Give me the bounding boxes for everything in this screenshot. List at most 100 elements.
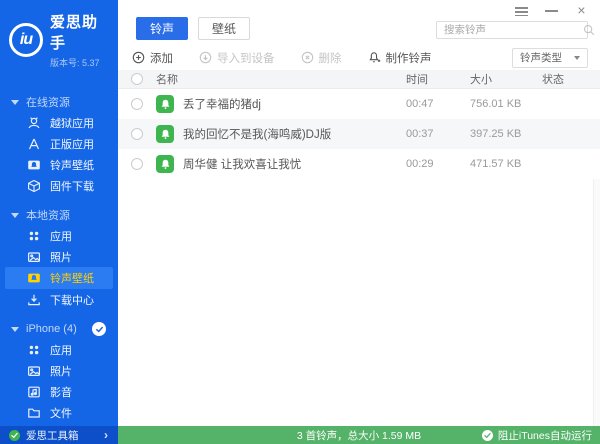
sidebar-item-label: 下载中心 [50,292,94,308]
sidebar-item-genuine-apps[interactable]: 正版应用 [0,133,118,154]
section-online-resources[interactable]: 在线资源 [0,92,118,112]
ringtone-bell-icon [156,95,174,113]
table-header: 名称 时间 大小 状态 [118,70,600,89]
sidebar-item-label: 资料 [50,426,72,427]
delete-button[interactable]: 删除 [301,50,342,66]
chevron-down-icon [11,213,19,218]
sidebar-item-local-photos[interactable]: 照片 [0,246,118,267]
ringtone-bell-icon [156,155,174,173]
ringtone-size: 397.25 KB [470,128,542,140]
ringtone-type-label: 铃声类型 [520,50,562,65]
files-icon [27,406,41,420]
main-panel: 铃声 壁纸 × 添加 [118,0,600,444]
search-icon[interactable] [583,24,595,36]
select-all-radio[interactable] [131,73,143,85]
ringtone-bell-icon [156,125,174,143]
media-icon [27,385,41,399]
header-status[interactable]: 状态 [542,71,600,87]
minimize-icon[interactable] [545,5,558,16]
toolbox-footer-button[interactable]: 爱思工具箱 › [0,426,118,444]
tab-ringtones[interactable]: 铃声 [136,17,188,40]
apps-grid-icon [27,229,41,243]
jailbreak-app-icon [27,116,41,130]
sidebar-nav: 在线资源 越狱应用 正版应用 [0,75,118,426]
sidebar-item-label: 应用 [50,228,72,244]
x-circle-icon [301,51,314,64]
import-circle-icon [199,51,212,64]
make-ringtone-label: 制作铃声 [386,50,432,66]
table-row[interactable]: 周华健 让我欢喜让我忧 00:29 471.57 KB [118,149,600,179]
sidebar-item-label: 铃声壁纸 [50,270,94,286]
ringtone-size: 471.57 KB [470,158,542,170]
ringtone-time: 00:29 [406,158,470,170]
header-size[interactable]: 大小 [470,71,542,87]
table-row[interactable]: 丢了幸福的猪dj 00:47 756.01 KB [118,89,600,119]
device-connected-check-icon [92,322,106,336]
toolbox-label: 爱思工具箱 [26,428,104,443]
sidebar-item-jailbreak-apps[interactable]: 越狱应用 [0,112,118,133]
row-select-radio[interactable] [131,98,143,110]
chevron-right-icon: › [104,428,108,442]
ringtone-size: 756.01 KB [470,98,542,110]
tab-wallpapers[interactable]: 壁纸 [198,17,250,40]
ringtone-name: 我的回忆不是我(海鸣威)DJ版 [183,126,331,142]
genuine-app-icon [27,137,41,151]
apps-grid-icon [27,343,41,357]
search-box [436,21,588,39]
add-button[interactable]: 添加 [132,50,173,66]
sidebar-item-label: 铃声壁纸 [50,157,94,173]
sidebar-item-firmware-download[interactable]: 固件下载 [0,175,118,196]
chevron-down-icon [11,327,19,332]
content-tabs: 铃声 壁纸 [136,17,250,40]
chevron-down-icon [11,100,19,105]
sidebar-item-device-photos[interactable]: 照片 [0,360,118,381]
header-name[interactable]: 名称 [156,71,406,87]
ringtone-time: 00:37 [406,128,470,140]
itunes-autorun-toggle[interactable]: 阻止iTunes自动运行 [482,428,592,443]
sidebar-item-download-center[interactable]: 下载中心 [0,289,118,310]
section-label: 在线资源 [26,94,70,110]
sidebar-item-device-media[interactable]: 影音 [0,381,118,402]
ringtone-name: 丢了幸福的猪dj [183,96,261,112]
plus-circle-icon [132,51,145,64]
status-bar: 3 首铃声，总大小 1.59 MB 阻止iTunes自动运行 [118,426,600,444]
sidebar-item-label: 照片 [50,249,72,265]
sidebar-item-local-ringtone-wallpaper[interactable]: 铃声壁纸 [5,267,113,289]
make-ringtone-button[interactable]: 制作铃声 [368,50,432,66]
sidebar-item-label: 越狱应用 [50,115,94,131]
menu-icon[interactable] [515,5,528,16]
firmware-download-icon [27,179,41,193]
app-window: iu 爱思助手 版本号: 5.37 在线资源 越狱应用 [0,0,600,444]
photos-icon [27,250,41,264]
logo-icon: iu [9,23,43,57]
header-time[interactable]: 时间 [406,71,470,87]
chevron-down-icon [574,56,580,60]
sidebar-item-label: 文件 [50,405,72,421]
sidebar-item-device-files[interactable]: 文件 [0,402,118,423]
sidebar-item-local-apps[interactable]: 应用 [0,225,118,246]
row-select-radio[interactable] [131,128,143,140]
search-input[interactable] [437,24,583,36]
section-label: 本地资源 [26,207,70,223]
sidebar-item-ringtone-wallpaper-online[interactable]: 铃声壁纸 [0,154,118,175]
sidebar-item-label: 影音 [50,384,72,400]
section-local-resources[interactable]: 本地资源 [0,205,118,225]
sidebar-item-label: 应用 [50,342,72,358]
row-select-radio[interactable] [131,158,143,170]
ringtone-name: 周华健 让我欢喜让我忧 [183,156,301,172]
ringtone-type-dropdown[interactable]: 铃声类型 [512,48,588,68]
section-iphone[interactable]: iPhone (4) [0,319,118,339]
sidebar-item-device-apps[interactable]: 应用 [0,339,118,360]
photos-icon [27,364,41,378]
ringtone-time: 00:47 [406,98,470,110]
sidebar-item-label: 正版应用 [50,136,94,152]
sidebar-item-device-data[interactable]: 资料 [0,423,118,426]
import-to-device-button[interactable]: 导入到设备 [199,50,275,66]
section-label: iPhone (4) [26,323,77,335]
app-title: 爱思助手 [50,11,110,53]
itunes-toggle-label: 阻止iTunes自动运行 [498,428,592,443]
close-icon[interactable]: × [575,5,588,16]
scrollbar[interactable] [593,179,600,426]
table-row[interactable]: 我的回忆不是我(海鸣威)DJ版 00:37 397.25 KB [118,119,600,149]
window-controls: × [515,5,588,16]
